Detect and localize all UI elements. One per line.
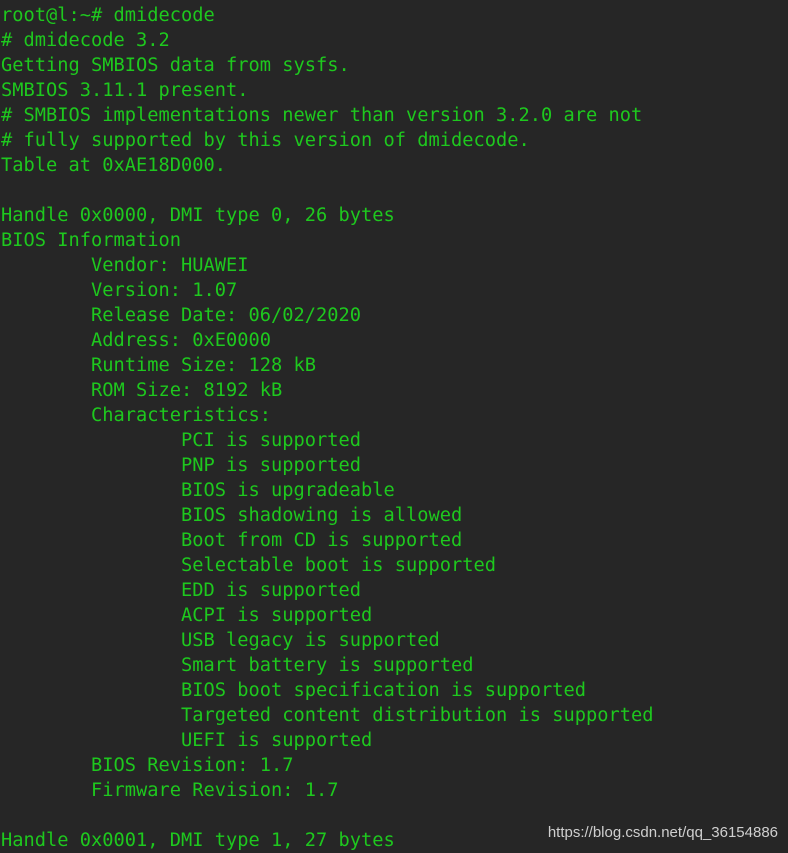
terminal-line: Vendor: HUAWEI <box>1 255 249 276</box>
terminal-line: # dmidecode 3.2 <box>1 30 170 51</box>
terminal-output[interactable]: root@l:~# dmidecode # dmidecode 3.2 Gettin… <box>1 3 654 853</box>
terminal-line: Firmware Revision: 1.7 <box>1 780 339 801</box>
terminal-line: Runtime Size: 128 kB <box>1 355 317 376</box>
terminal-line: Release Date: 06/02/2020 <box>1 305 362 326</box>
terminal-line: PCI is supported <box>1 430 362 451</box>
terminal-line: USB legacy is supported <box>1 630 440 651</box>
terminal-line: ACPI is supported <box>1 605 373 626</box>
terminal-line: BIOS boot specification is supported <box>1 680 587 701</box>
terminal-line: Characteristics: <box>1 405 272 426</box>
terminal-line: Table at 0xAE18D000. <box>1 155 227 176</box>
terminal-line: Handle 0x0000, DMI type 0, 26 bytes <box>1 205 395 226</box>
terminal-line: BIOS shadowing is allowed <box>1 505 463 526</box>
terminal-line: SMBIOS 3.11.1 present. <box>1 80 249 101</box>
terminal-line: Boot from CD is supported <box>1 530 463 551</box>
terminal-line: # fully supported by this version of dmi… <box>1 130 530 151</box>
terminal-line: Selectable boot is supported <box>1 555 497 576</box>
terminal-line: UEFI is supported <box>1 730 373 751</box>
terminal-line: BIOS Information <box>1 230 182 251</box>
terminal-line: # SMBIOS implementations newer than vers… <box>1 105 643 126</box>
terminal-line: EDD is supported <box>1 580 362 601</box>
terminal-line: BIOS Revision: 1.7 <box>1 755 294 776</box>
terminal-line: Targeted content distribution is support… <box>1 705 654 726</box>
watermark: https://blog.csdn.net/qq_36154886 <box>547 824 778 841</box>
terminal-line: Smart battery is supported <box>1 655 474 676</box>
terminal-line: Getting SMBIOS data from sysfs. <box>1 55 350 76</box>
terminal-line: ROM Size: 8192 kB <box>1 380 283 401</box>
terminal-line: Version: 1.07 <box>1 280 238 301</box>
terminal-line: PNP is supported <box>1 455 362 476</box>
terminal-line: BIOS is upgradeable <box>1 480 395 501</box>
terminal-line: Address: 0xE0000 <box>1 330 272 351</box>
command-prompt-line: root@l:~# dmidecode <box>1 5 215 26</box>
